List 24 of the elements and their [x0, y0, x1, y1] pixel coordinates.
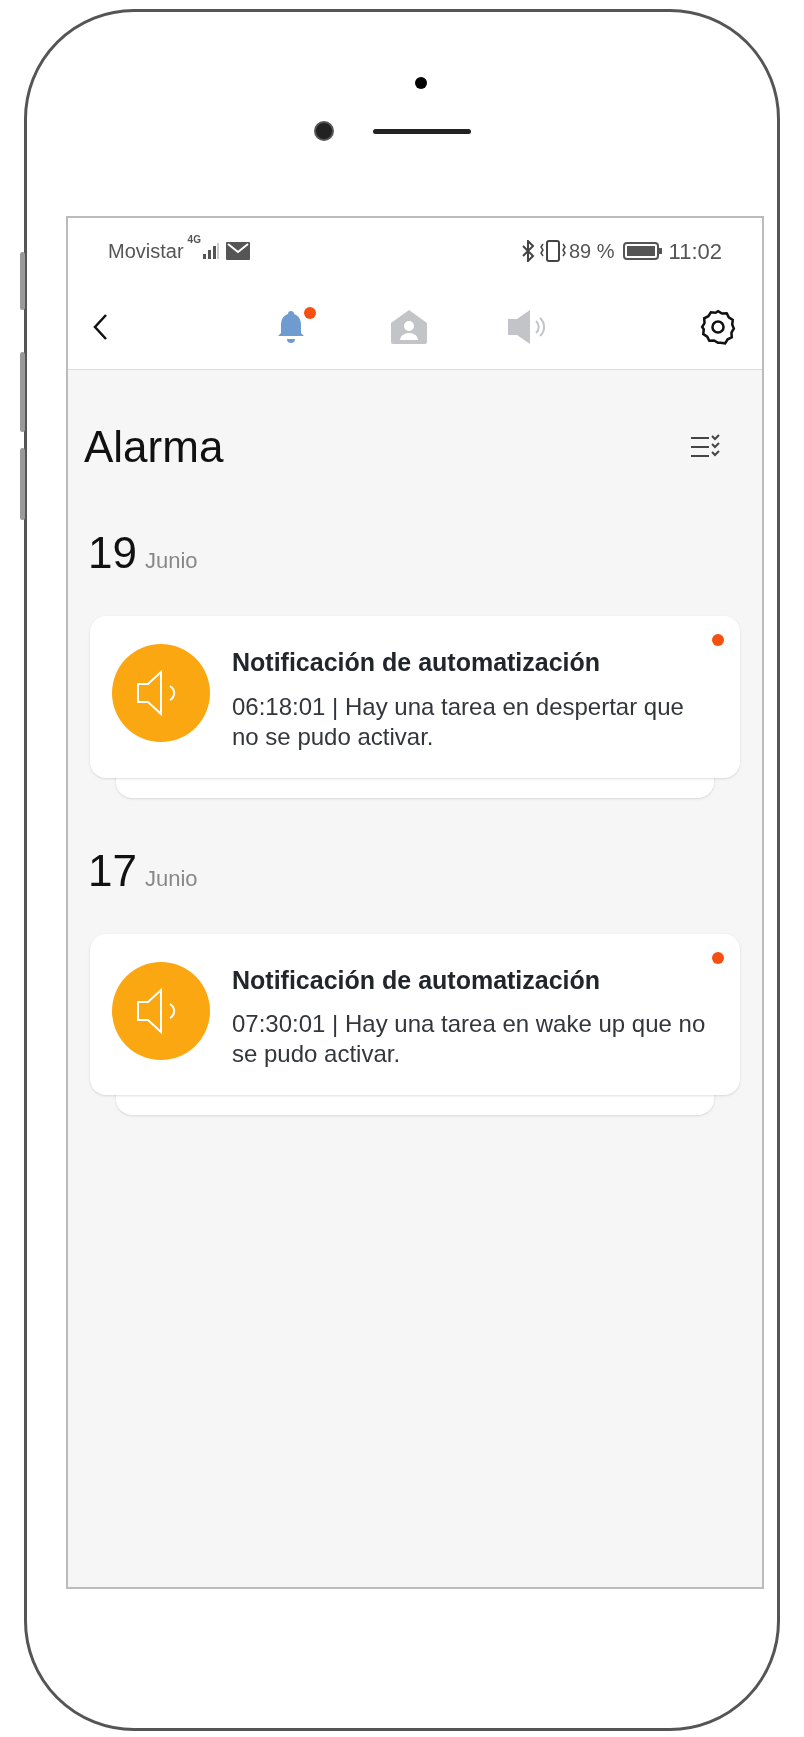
page-title: Alarma: [84, 421, 224, 473]
network-type: 4G: [187, 233, 201, 247]
notification-card[interactable]: Notificación de automatización 07:30:01 | Hay una tarea en wake up que no se pudo activar.: [90, 933, 740, 1095]
notification-text: 06:18:01 | Hay una tarea en despertar que no se pudo activar.: [232, 691, 685, 752]
date-day: 19: [88, 520, 137, 586]
battery-icon: [622, 241, 663, 261]
speaker-icon: [506, 308, 548, 345]
checklist-icon: [690, 434, 720, 460]
date-month: Junio: [144, 864, 198, 893]
bluetooth-icon: [521, 240, 535, 262]
house-person-icon: [390, 308, 428, 345]
vibrate-icon: [539, 240, 567, 262]
date-month: Junio: [144, 547, 198, 575]
notification-text: 07:30:01 | Hay una tarea en wake up que no se pudo activar.: [232, 1009, 707, 1069]
date-day: 17: [88, 837, 137, 904]
mail-icon: [225, 242, 250, 260]
notification-card[interactable]: Notificación de automatización 06:18:01 | Hay una tarea en despertar que no se pudo activar.: [90, 616, 740, 778]
clock-time: 11:02: [668, 237, 722, 266]
settings-icon: [699, 307, 737, 346]
signal-icon: [201, 242, 220, 260]
battery-percent: 89 %: [569, 239, 615, 264]
carrier-name: Movistar: [108, 239, 184, 264]
notification-title: Notificación de automatización: [232, 964, 602, 996]
notification-title: Notificación de automatización: [232, 647, 602, 678]
